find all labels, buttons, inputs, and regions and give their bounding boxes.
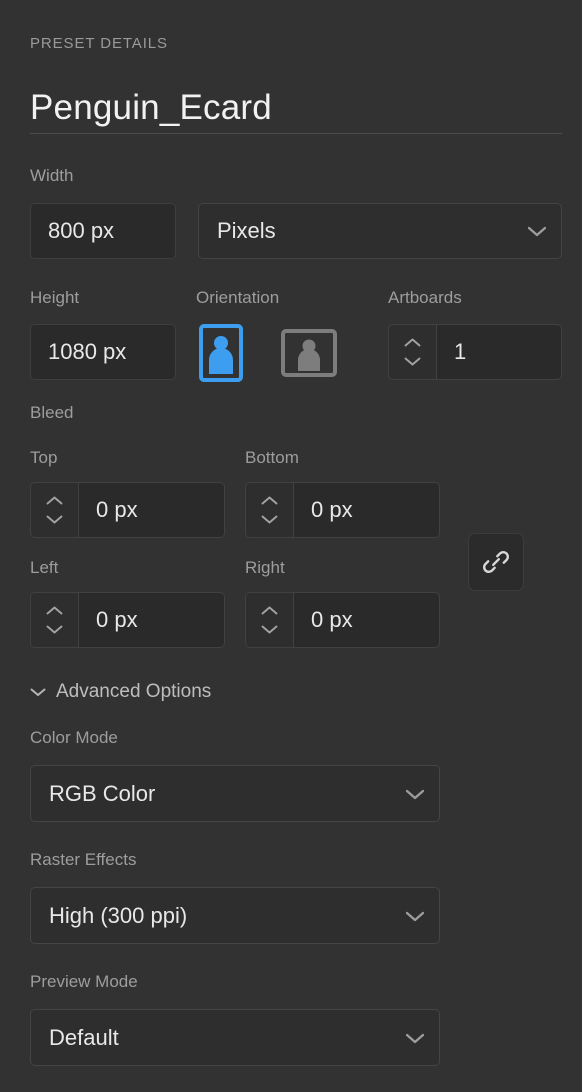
landscape-icon: [281, 329, 337, 377]
advanced-options-disclosure[interactable]: Advanced Options: [30, 679, 211, 705]
color-mode-dropdown[interactable]: RGB Color: [30, 765, 440, 822]
width-label: Width: [30, 166, 74, 185]
link-icon: [483, 551, 509, 573]
orientation-label: Orientation: [196, 288, 280, 307]
bleed-top-stepper-buttons[interactable]: [30, 482, 78, 538]
raster-effects-value: High (300 ppi): [49, 902, 188, 928]
chevron-down-icon: [405, 788, 425, 800]
stepper-down-icon[interactable]: [404, 357, 421, 366]
bleed-label: Bleed: [30, 403, 74, 422]
bleed-left-stepper-buttons[interactable]: [30, 592, 78, 648]
orientation-portrait-button[interactable]: [199, 324, 243, 382]
bleed-left-value[interactable]: 0 px: [78, 592, 225, 648]
bleed-left-label: Left: [30, 558, 59, 577]
stepper-down-icon[interactable]: [261, 625, 278, 634]
preview-mode-value: Default: [49, 1024, 119, 1050]
bleed-bottom-label: Bottom: [245, 448, 299, 467]
units-value: Pixels: [217, 218, 276, 243]
stepper-up-icon[interactable]: [261, 606, 278, 615]
bleed-left-stepper[interactable]: 0 px: [30, 592, 225, 648]
height-input[interactable]: 1080 px: [30, 324, 176, 380]
stepper-up-icon[interactable]: [46, 606, 63, 615]
color-mode-value: RGB Color: [49, 780, 156, 806]
stepper-down-icon[interactable]: [46, 625, 63, 634]
chevron-down-icon: [527, 225, 547, 237]
chevron-down-icon: [405, 910, 425, 922]
color-mode-label: Color Mode: [30, 728, 118, 747]
raster-effects-label: Raster Effects: [30, 850, 137, 869]
units-dropdown[interactable]: Pixels: [198, 203, 562, 259]
raster-effects-dropdown[interactable]: High (300 ppi): [30, 887, 440, 944]
bleed-right-label: Right: [245, 558, 285, 577]
preset-details-heading: PRESET DETAILS: [30, 35, 168, 52]
bleed-right-stepper[interactable]: 0 px: [245, 592, 440, 648]
bleed-bottom-stepper[interactable]: 0 px: [245, 482, 440, 538]
advanced-options-label: Advanced Options: [56, 681, 212, 702]
bleed-link-toggle-button[interactable]: [468, 533, 524, 591]
orientation-landscape-button[interactable]: [281, 329, 337, 377]
portrait-icon: [199, 324, 243, 382]
bleed-bottom-value[interactable]: 0 px: [293, 482, 440, 538]
bleed-top-label: Top: [30, 448, 58, 467]
bleed-top-stepper[interactable]: 0 px: [30, 482, 225, 538]
document-name-field[interactable]: Penguin_Ecard: [30, 82, 562, 134]
preview-mode-dropdown[interactable]: Default: [30, 1009, 440, 1066]
stepper-down-icon[interactable]: [261, 515, 278, 524]
stepper-up-icon[interactable]: [261, 496, 278, 505]
preview-mode-label: Preview Mode: [30, 972, 138, 991]
bleed-right-value[interactable]: 0 px: [293, 592, 440, 648]
artboards-stepper-buttons[interactable]: [388, 324, 436, 380]
chevron-down-icon: [30, 687, 46, 697]
stepper-up-icon[interactable]: [404, 338, 421, 347]
bleed-right-stepper-buttons[interactable]: [245, 592, 293, 648]
chevron-down-icon: [405, 1032, 425, 1044]
document-name-value: Penguin_Ecard: [30, 88, 272, 127]
height-label: Height: [30, 288, 80, 307]
stepper-down-icon[interactable]: [46, 515, 63, 524]
artboards-label: Artboards: [388, 288, 462, 307]
artboards-value[interactable]: 1: [436, 324, 562, 380]
stepper-up-icon[interactable]: [46, 496, 63, 505]
bleed-top-value[interactable]: 0 px: [78, 482, 225, 538]
preset-details-panel: PRESET DETAILS Penguin_Ecard Width 800 p…: [0, 0, 582, 1092]
bleed-bottom-stepper-buttons[interactable]: [245, 482, 293, 538]
width-input[interactable]: 800 px: [30, 203, 176, 259]
artboards-stepper[interactable]: 1: [388, 324, 562, 380]
